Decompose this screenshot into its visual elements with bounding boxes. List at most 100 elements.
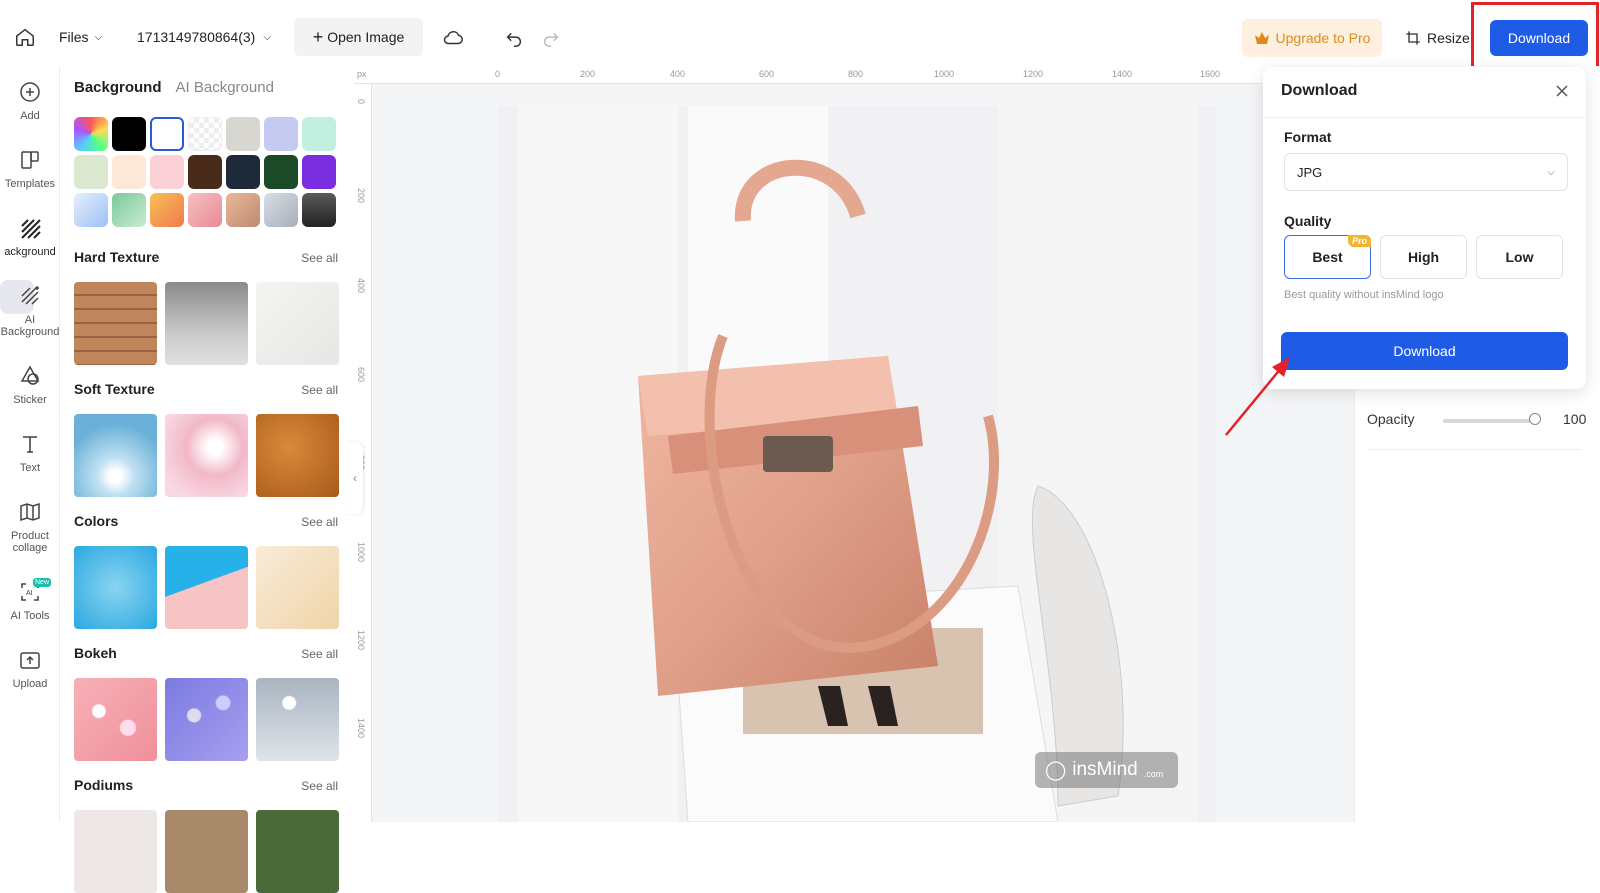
filename-dropdown[interactable]: 1713149780864(3) ⌵ — [137, 29, 271, 45]
thumb-blue-glow[interactable] — [74, 546, 157, 629]
quality-low-label: Low — [1505, 249, 1534, 265]
swatch-tan-gradient[interactable] — [226, 193, 260, 227]
swatch-purple[interactable] — [302, 155, 336, 189]
templates-icon — [21, 151, 39, 169]
thumb-pink-silk[interactable] — [165, 414, 248, 497]
thumb-leather[interactable] — [256, 414, 339, 497]
swatch-rose-gradient[interactable] — [188, 193, 222, 227]
see-all-bokeh[interactable]: See all — [301, 647, 338, 661]
thumb-wood[interactable] — [74, 282, 157, 365]
nav-item-sticker[interactable]: Sticker — [0, 364, 60, 406]
see-all-hard-texture[interactable]: See all — [301, 251, 338, 265]
swatch-mint[interactable] — [302, 117, 336, 151]
format-value: JPG — [1297, 164, 1323, 180]
swatch-silver-gradient[interactable] — [264, 193, 298, 227]
nav-label: Sticker — [13, 394, 47, 406]
nav-label: AI Background — [0, 314, 60, 338]
thumb-purple-bokeh[interactable] — [165, 678, 248, 761]
ruler-tick: 0 — [356, 99, 366, 105]
tab-ai-background[interactable]: AI Background — [176, 79, 274, 96]
swatch-brown[interactable] — [188, 155, 222, 189]
chevron-down-icon: ⌵ — [94, 31, 103, 43]
nav-item-upload[interactable]: Upload — [0, 648, 60, 690]
swatch-transparent[interactable] — [188, 117, 222, 151]
swatch-stone[interactable] — [226, 117, 260, 151]
see-all-podiums[interactable]: See all — [301, 779, 338, 793]
quality-best-button[interactable]: Best Pro — [1284, 235, 1371, 279]
upload-icon — [20, 652, 40, 669]
ruler-tick: 1000 — [356, 542, 366, 563]
upgrade-to-pro-button[interactable]: Upgrade to Pro — [1242, 19, 1382, 57]
ruler-tick: 0 — [495, 69, 501, 79]
thumb-podium-green[interactable] — [256, 810, 339, 893]
thumb-water-splash[interactable] — [74, 414, 157, 497]
opacity-slider-handle[interactable] — [1529, 413, 1541, 425]
handbag-photo — [498, 106, 1216, 822]
swatch-navy[interactable] — [226, 155, 260, 189]
quality-low-button[interactable]: Low — [1476, 235, 1563, 279]
swatch-white[interactable] — [150, 117, 184, 151]
cloud-sync-icon[interactable] — [442, 27, 464, 49]
product-image[interactable] — [498, 106, 1216, 822]
nav-label: ackground — [4, 246, 56, 258]
tab-background[interactable]: Background — [74, 79, 162, 96]
swatch-green-gradient[interactable] — [112, 193, 146, 227]
quality-high-button[interactable]: High — [1380, 235, 1467, 279]
background-stripes-icon — [21, 219, 41, 239]
soft-texture-thumbs — [74, 414, 339, 497]
divider — [1367, 449, 1582, 450]
thumb-concrete[interactable] — [165, 282, 248, 365]
undo-icon[interactable] — [503, 27, 525, 49]
insmind-watermark: ◯ insMind .com — [1035, 752, 1178, 788]
nav-item-text[interactable]: Text — [0, 432, 60, 474]
swatch-orange-gradient[interactable] — [150, 193, 184, 227]
swatch-green[interactable] — [264, 155, 298, 189]
swatch-black[interactable] — [112, 117, 146, 151]
see-all-colors[interactable]: See all — [301, 515, 338, 529]
opacity-value[interactable]: 100 — [1563, 411, 1586, 427]
ruler-tick: 1200 — [1023, 69, 1044, 79]
thumb-blue-pink[interactable] — [165, 546, 248, 629]
thumb-pink-bokeh[interactable] — [74, 678, 157, 761]
thumb-podium-tan[interactable] — [165, 810, 248, 893]
nav-item-ai-background[interactable]: AI Background — [0, 284, 60, 338]
thumb-podium-light[interactable] — [74, 810, 157, 893]
opacity-slider-track[interactable] — [1443, 419, 1535, 423]
ruler-tick: 200 — [356, 188, 366, 204]
collapse-panel-button[interactable]: ‹ — [347, 442, 363, 514]
swatch-lavender[interactable] — [264, 117, 298, 151]
swatch-sky-gradient[interactable] — [74, 193, 108, 227]
nav-item-background[interactable]: ackground — [0, 216, 60, 258]
thumb-silver-bokeh[interactable] — [256, 678, 339, 761]
ruler-tick: 1600 — [1200, 69, 1221, 79]
swatch-peach[interactable] — [112, 155, 146, 189]
thumb-cream[interactable] — [256, 546, 339, 629]
nav-item-templates[interactable]: Templates — [0, 148, 60, 190]
ruler-tick: 600 — [356, 367, 366, 383]
ruler-tick: 1400 — [356, 718, 366, 739]
nav-item-product-collage[interactable]: Product collage — [0, 500, 60, 554]
see-all-soft-texture[interactable]: See all — [301, 383, 338, 397]
crown-icon — [1254, 32, 1269, 44]
colors-thumbs — [74, 546, 339, 629]
swatch-rainbow[interactable] — [74, 117, 108, 151]
format-select[interactable]: JPG ⌵ — [1284, 153, 1568, 191]
crop-icon — [1406, 31, 1420, 45]
swatch-sage[interactable] — [74, 155, 108, 189]
nav-item-ai-tools[interactable]: AI New AI Tools — [0, 578, 60, 622]
open-image-button[interactable]: + Open Image — [294, 18, 423, 56]
text-icon — [23, 436, 37, 453]
collage-icon — [20, 502, 40, 522]
files-menu[interactable]: Files ⌵ — [59, 29, 102, 45]
resize-button[interactable]: Resize — [1405, 19, 1470, 57]
nav-label: Add — [20, 110, 40, 122]
swatch-pink[interactable] — [150, 155, 184, 189]
nav-item-add[interactable]: Add — [0, 80, 60, 122]
plus-circle-icon — [20, 82, 40, 102]
download-confirm-button[interactable]: Download — [1281, 332, 1568, 370]
redo-icon[interactable] — [540, 27, 562, 49]
close-icon[interactable] — [1554, 83, 1570, 99]
thumb-marble[interactable] — [256, 282, 339, 365]
home-icon[interactable] — [14, 26, 36, 48]
swatch-dark-gradient[interactable] — [302, 193, 336, 227]
